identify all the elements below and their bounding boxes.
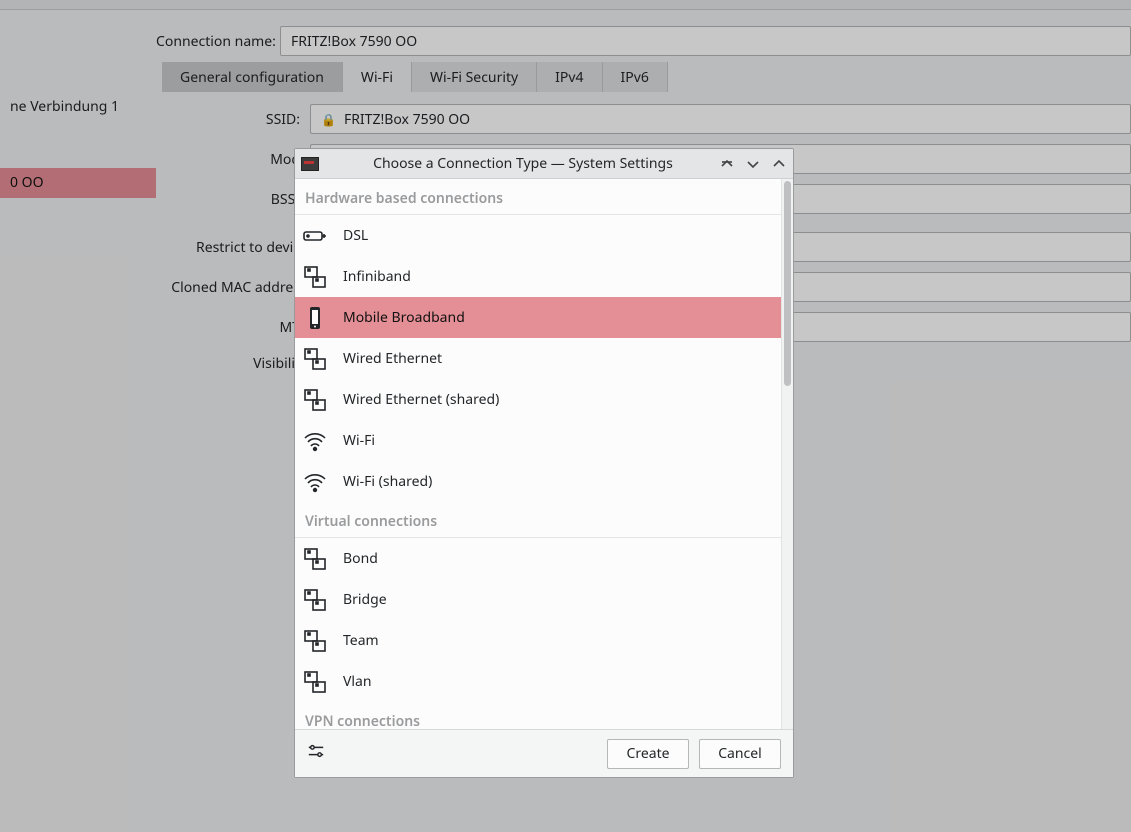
ethernet-icon (301, 545, 329, 573)
conn-label: Wi-Fi (343, 431, 375, 450)
conn-label: Bridge (343, 590, 387, 609)
conn-label: Bond (343, 549, 378, 568)
conn-item-mobile-broadband[interactable]: Mobile Broadband (295, 297, 781, 338)
conn-label: Vlan (343, 672, 372, 691)
tab-ipv4[interactable]: IPv4 (537, 62, 602, 92)
conn-label: Mobile Broadband (343, 308, 465, 327)
conn-item-bond[interactable]: Bond (295, 538, 781, 579)
ethernet-icon (301, 263, 329, 291)
window-top-strip (0, 0, 1131, 10)
connection-type-list: Hardware based connections DSL Infiniban… (295, 179, 781, 729)
conn-item-bridge[interactable]: Bridge (295, 579, 781, 620)
minimize-icon[interactable] (745, 156, 761, 172)
tab-ipv6[interactable]: IPv6 (603, 62, 668, 92)
wifi-icon (301, 427, 329, 455)
conn-label: Team (343, 631, 379, 650)
connection-name-label: Connection name: (156, 32, 272, 51)
connection-name-value: FRITZ!Box 7590 OO (291, 32, 417, 51)
visibility-label: Visibilit (156, 354, 302, 373)
ssid-value: FRITZ!Box 7590 OO (344, 110, 470, 129)
conn-item-infiniband[interactable]: Infiniband (295, 256, 781, 297)
sidebar-item[interactable]: ne Verbindung 1 (0, 92, 156, 122)
scrollbar[interactable] (781, 179, 793, 729)
ssid-input[interactable]: 🔒 FRITZ!Box 7590 OO (310, 104, 1131, 134)
wifi-icon (301, 468, 329, 496)
tab-wifi-security[interactable]: Wi-Fi Security (412, 62, 537, 92)
conn-label: Infiniband (343, 267, 411, 286)
dsl-icon (301, 222, 329, 250)
conn-label: Wi-Fi (shared) (343, 472, 432, 491)
mode-label: Mod (156, 150, 302, 169)
conn-item-wifi[interactable]: Wi-Fi (295, 420, 781, 461)
ethernet-icon (301, 345, 329, 373)
maximize-icon[interactable] (771, 156, 787, 172)
conn-item-wired-ethernet-shared[interactable]: Wired Ethernet (shared) (295, 379, 781, 420)
conn-item-wired-ethernet[interactable]: Wired Ethernet (295, 338, 781, 379)
conn-label: Wired Ethernet (343, 349, 442, 368)
lock-icon: 🔒 (321, 111, 336, 128)
dialog-titlebar[interactable]: Choose a Connection Type — System Settin… (295, 149, 793, 179)
connection-sidebar: ne Verbindung 1 0 OO (0, 0, 156, 832)
mtu-label: MT (156, 318, 302, 337)
tab-general[interactable]: General configuration (162, 62, 343, 92)
conn-label: Wired Ethernet (shared) (343, 390, 499, 409)
scrollbar-thumb[interactable] (784, 181, 791, 386)
ethernet-icon (301, 586, 329, 614)
keep-above-icon[interactable] (719, 156, 735, 172)
connection-type-dialog: Choose a Connection Type — System Settin… (294, 148, 794, 778)
restrict-label: Restrict to devic (156, 238, 302, 257)
section-vpn: VPN connections (295, 702, 781, 729)
conn-label: DSL (343, 226, 368, 245)
app-icon (301, 157, 319, 171)
ethernet-icon (301, 627, 329, 655)
cloned-mac-label: Cloned MAC addres (156, 278, 302, 297)
dialog-title: Choose a Connection Type — System Settin… (327, 154, 719, 173)
create-button[interactable]: Create (607, 739, 689, 769)
conn-item-dsl[interactable]: DSL (295, 215, 781, 256)
connection-name-input[interactable]: FRITZ!Box 7590 OO (280, 26, 1131, 56)
ssid-label: SSID: (156, 110, 302, 129)
configure-icon[interactable] (307, 742, 325, 765)
conn-item-team[interactable]: Team (295, 620, 781, 661)
tab-wifi[interactable]: Wi-Fi (343, 62, 412, 92)
conn-item-vlan[interactable]: Vlan (295, 661, 781, 702)
cancel-button[interactable]: Cancel (699, 739, 781, 769)
conn-item-wifi-shared[interactable]: Wi-Fi (shared) (295, 461, 781, 502)
ethernet-icon (301, 386, 329, 414)
section-virtual: Virtual connections (295, 502, 781, 538)
sidebar-item-selected[interactable]: 0 OO (0, 168, 156, 198)
tabs: General configuration Wi-Fi Wi-Fi Securi… (162, 62, 1131, 92)
dialog-footer: Create Cancel (295, 729, 793, 777)
bssid-label: BSSI (156, 190, 302, 209)
smartphone-icon (301, 304, 329, 332)
ethernet-icon (301, 668, 329, 696)
section-hardware: Hardware based connections (295, 179, 781, 215)
